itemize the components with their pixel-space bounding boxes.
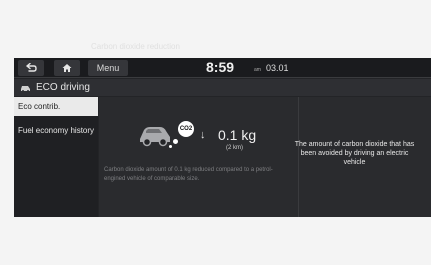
info-note: The amount of carbon dioxide that has be… [294,141,415,166]
bubble-dot [169,145,172,148]
home-button[interactable] [54,60,80,76]
sidebar-item-eco-contrib[interactable]: Eco contrib. [14,97,98,116]
sidebar-item-label: Eco contrib. [18,101,61,111]
clock: 8:59 [206,59,235,75]
back-button[interactable] [18,60,44,76]
co2-reduction-value: 0.1 kg [218,127,257,143]
car-icon [140,127,170,147]
home-icon [62,64,72,72]
page-title: ECO driving [36,82,90,93]
eco-car-icon [20,84,32,92]
title-bar: ECO driving [14,79,431,96]
ampm-indicator: am [254,67,261,73]
menu-button[interactable]: Menu [88,60,128,76]
top-bar: Menu 8:59 am 03.01 [14,58,431,78]
sidebar-item-fuel-economy-history[interactable]: Fuel economy history [14,126,98,136]
sidebar: Eco contrib. Fuel economy history [14,97,98,217]
reduction-description: Carbon dioxide amount of 0.1 kg reduced … [104,167,273,182]
section-title: Carbon dioxide reduction [91,42,180,51]
co2-bubble: CO2 [178,121,194,137]
back-arrow-icon [26,63,37,72]
down-arrow-icon: ↓ [200,129,206,141]
date: 03.01 [266,63,289,73]
sidebar-item-label: Fuel economy history [18,126,95,135]
distance-value: (2 km) [226,145,243,151]
bubble-dot [173,139,178,144]
